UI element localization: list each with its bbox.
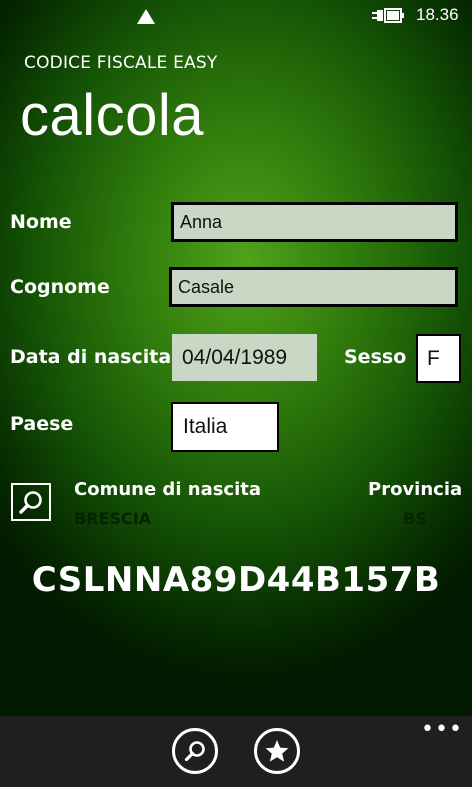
data-nascita-picker[interactable]: 04/04/1989 <box>172 334 317 381</box>
search-button[interactable] <box>172 728 218 774</box>
favorite-button[interactable] <box>254 728 300 774</box>
more-menu-button[interactable]: ••• <box>421 719 463 741</box>
battery-charging-icon <box>372 8 404 23</box>
comune-value: BRESCIA <box>74 509 152 528</box>
status-time: 18.36 <box>416 5 459 24</box>
nome-input[interactable]: Anna <box>171 202 458 242</box>
codice-fiscale-result: CSLNNA89D44B157B <box>31 560 441 600</box>
app-title: CODICE FISCALE EASY <box>24 53 218 73</box>
paese-selector[interactable]: Italia <box>171 402 279 452</box>
app-bar: ••• <box>0 716 472 787</box>
app-screen: 18.36 CODICE FISCALE EASY calcola Nome A… <box>0 0 472 716</box>
cognome-input[interactable]: Casale <box>169 267 458 307</box>
provincia-label: Provincia <box>368 479 463 500</box>
sesso-selector[interactable]: F <box>416 334 461 383</box>
nome-label: Nome <box>10 211 72 233</box>
search-icon <box>19 491 42 514</box>
sesso-label: Sesso <box>344 346 407 368</box>
status-bar: 18.36 <box>0 0 472 32</box>
page-title: calcola <box>20 83 205 148</box>
star-icon <box>265 740 289 762</box>
data-nascita-label: Data di nascita <box>10 346 172 368</box>
search-icon <box>184 741 205 762</box>
comune-search-button[interactable] <box>11 483 51 521</box>
paese-label: Paese <box>10 413 74 435</box>
cognome-label: Cognome <box>10 276 110 298</box>
comune-label: Comune di nascita <box>74 479 262 500</box>
provincia-value: BS <box>403 509 427 528</box>
signal-icon <box>137 9 155 24</box>
